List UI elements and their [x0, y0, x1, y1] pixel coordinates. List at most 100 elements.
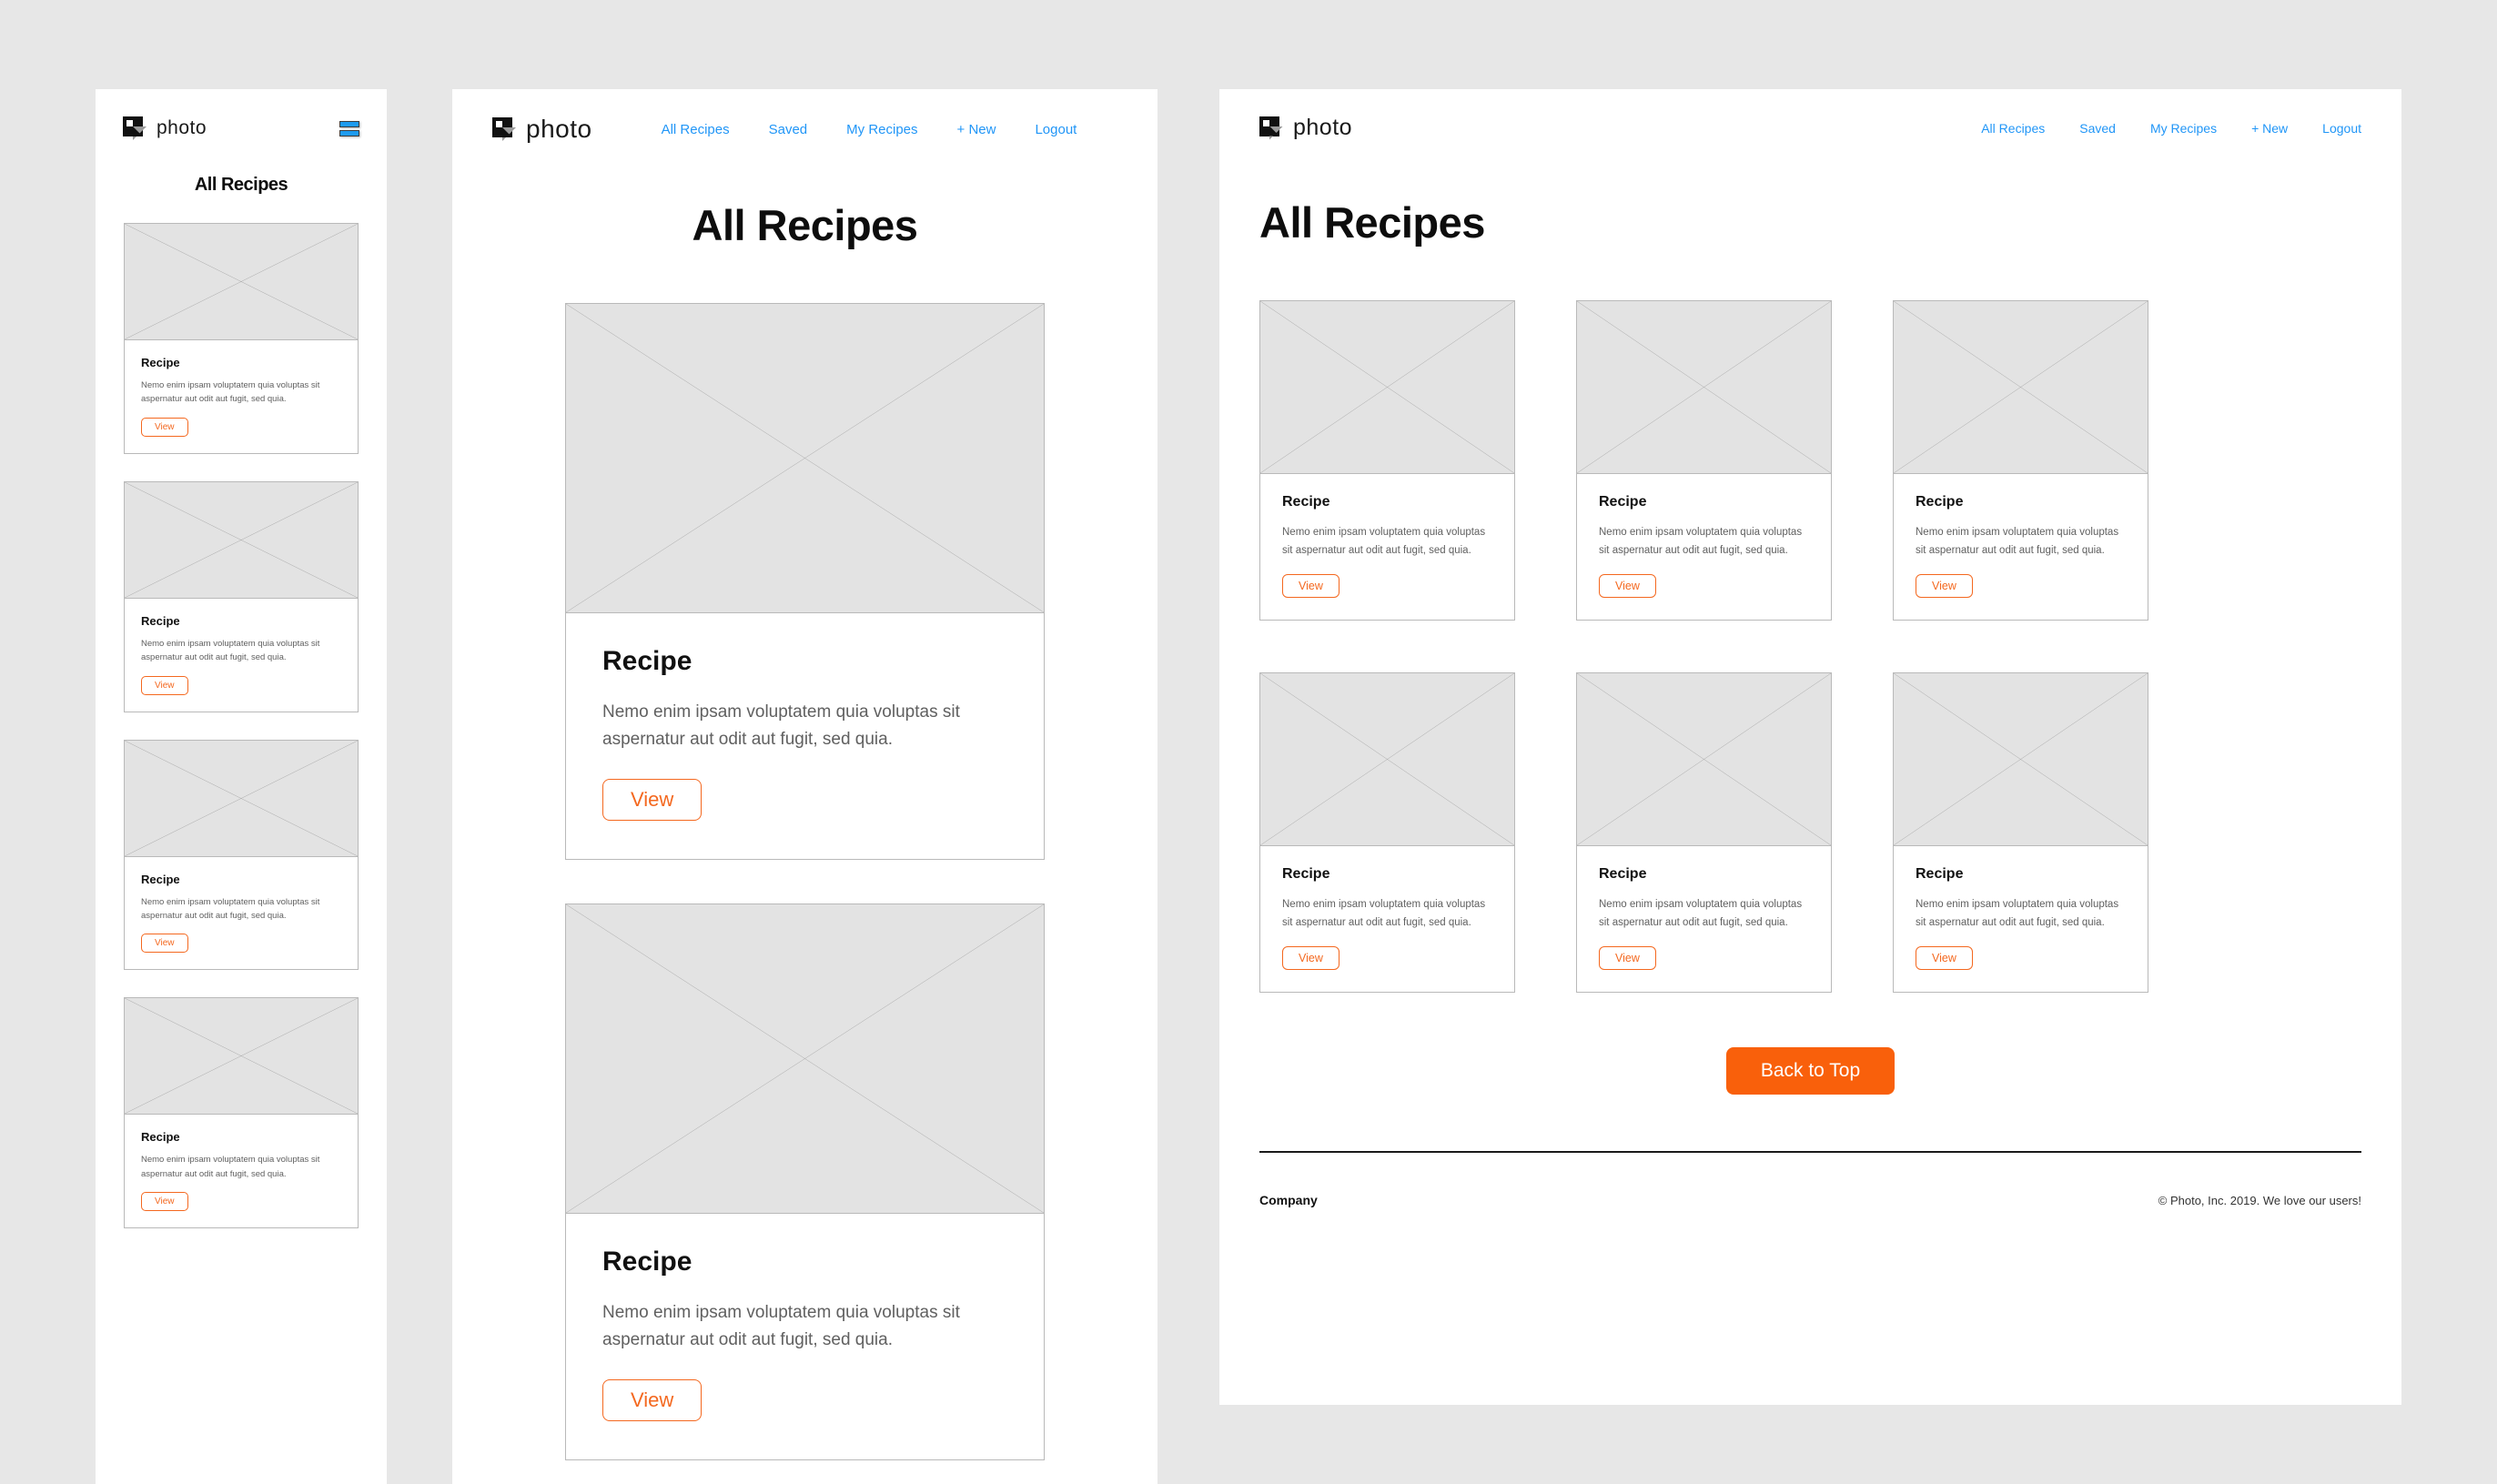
recipe-card-text: Nemo enim ipsam voluptatem quia voluptas… [141, 896, 320, 921]
brand-logo-desktop[interactable]: photo [1259, 115, 1352, 141]
back-to-top-container: Back to Top [1219, 1047, 2401, 1095]
image-placeholder-icon [1894, 673, 2148, 846]
nav-item-logout[interactable]: Logout [1035, 122, 1077, 137]
recipe-card-title: Recipe [1916, 866, 1964, 882]
nav-item-new[interactable]: + New [957, 122, 996, 137]
view-button[interactable]: View [1599, 946, 1656, 970]
nav-item-all-recipes[interactable]: All Recipes [662, 122, 730, 137]
recipe-card-text: Nemo enim ipsam voluptatem quia voluptas… [1282, 527, 1486, 556]
nav-item-new[interactable]: + New [2251, 121, 2288, 136]
recipe-card[interactable]: Recipe Nemo enim ipsam voluptatem quia v… [1893, 300, 2148, 621]
recipe-card[interactable]: Recipe Nemo enim ipsam voluptatem quia v… [1259, 672, 1515, 993]
nav-item-saved[interactable]: Saved [2079, 121, 2116, 136]
page-title: All Recipes [194, 175, 288, 195]
recipe-card[interactable]: Recipe Nemo enim ipsam voluptatem quia v… [124, 223, 359, 454]
recipe-card-text: Nemo enim ipsam voluptatem quia voluptas… [141, 380, 320, 405]
image-placeholder-icon [1260, 673, 1514, 846]
recipe-card-text: Nemo enim ipsam voluptatem quia voluptas… [602, 702, 960, 750]
hamburger-menu-icon[interactable] [339, 120, 359, 136]
recipe-card-body: Recipe Nemo enim ipsam voluptatem quia v… [125, 340, 358, 453]
recipe-card[interactable]: Recipe Nemo enim ipsam voluptatem quia v… [1259, 300, 1515, 621]
image-placeholder-icon [1260, 301, 1514, 474]
view-button[interactable]: View [1282, 946, 1339, 970]
recipe-card-title: Recipe [602, 646, 692, 676]
recipe-card[interactable]: Recipe Nemo enim ipsam voluptatem quia v… [565, 904, 1045, 1461]
image-placeholder-icon [1577, 301, 1831, 474]
brand-logo-mobile[interactable]: photo [123, 116, 207, 140]
footer-row: Company © Photo, Inc. 2019. We love our … [1259, 1153, 2361, 1207]
brand-name: photo [526, 115, 592, 143]
recipe-card-title: Recipe [1282, 866, 1330, 882]
recipe-card[interactable]: Recipe Nemo enim ipsam voluptatem quia v… [1576, 300, 1832, 621]
brand-name: photo [157, 117, 207, 138]
view-button[interactable]: View [141, 417, 188, 437]
recipe-card-body: Recipe Nemo enim ipsam voluptatem quia v… [566, 1214, 1044, 1460]
page-title: All Recipes [1259, 198, 1485, 247]
view-button[interactable]: View [141, 1192, 188, 1211]
nav-item-logout[interactable]: Logout [2322, 121, 2361, 136]
nav-item-saved[interactable]: Saved [769, 122, 808, 137]
nav-item-all-recipes[interactable]: All Recipes [1981, 121, 2045, 136]
recipe-card-text: Nemo enim ipsam voluptatem quia voluptas… [1916, 899, 2119, 928]
recipe-card-title: Recipe [602, 1247, 692, 1277]
main-nav-tablet: All Recipes Saved My Recipes + New Logou… [662, 122, 1077, 137]
recipe-card-body: Recipe Nemo enim ipsam voluptatem quia v… [1260, 474, 1514, 620]
view-button[interactable]: View [602, 779, 703, 822]
view-button[interactable]: View [141, 934, 188, 954]
recipe-card-body: Recipe Nemo enim ipsam voluptatem quia v… [1577, 846, 1831, 992]
back-to-top-button[interactable]: Back to Top [1725, 1047, 1895, 1095]
view-button[interactable]: View [1282, 574, 1339, 598]
recipe-card-list-mobile: Recipe Nemo enim ipsam voluptatem quia v… [96, 223, 387, 1228]
recipe-card-body: Recipe Nemo enim ipsam voluptatem quia v… [1894, 474, 2148, 620]
tablet-viewport-panel: photo All Recipes Saved My Recipes + New… [452, 89, 1158, 1484]
recipe-card-list-tablet: Recipe Nemo enim ipsam voluptatem quia v… [452, 303, 1158, 1461]
desktop-viewport-panel: photo All Recipes Saved My Recipes + New… [1219, 89, 2401, 1405]
image-placeholder-icon [125, 998, 358, 1116]
view-button[interactable]: View [602, 1379, 703, 1422]
footer-copyright: © Photo, Inc. 2019. We love our users! [2158, 1193, 2361, 1207]
mobile-viewport-panel: photo All Recipes Recipe Nemo enim ipsam… [96, 89, 387, 1484]
brand-name: photo [1293, 115, 1353, 140]
recipe-card-title: Recipe [1599, 494, 1647, 510]
image-placeholder-icon [1894, 301, 2148, 474]
recipe-card-text: Nemo enim ipsam voluptatem quia voluptas… [1599, 899, 1803, 928]
recipe-card-text: Nemo enim ipsam voluptatem quia voluptas… [602, 1303, 960, 1350]
recipe-card-text: Nemo enim ipsam voluptatem quia voluptas… [1282, 899, 1486, 928]
recipe-card[interactable]: Recipe Nemo enim ipsam voluptatem quia v… [1576, 672, 1832, 993]
photo-logo-icon [123, 116, 147, 140]
recipe-card-body: Recipe Nemo enim ipsam voluptatem quia v… [1577, 474, 1831, 620]
photo-logo-icon [1259, 116, 1283, 140]
recipe-card-body: Recipe Nemo enim ipsam voluptatem quia v… [1894, 846, 2148, 992]
recipe-card-body: Recipe Nemo enim ipsam voluptatem quia v… [125, 598, 358, 712]
page-title: All Recipes [692, 201, 918, 249]
recipe-card-body: Recipe Nemo enim ipsam voluptatem quia v… [566, 613, 1044, 860]
view-button[interactable]: View [1599, 574, 1656, 598]
tablet-header: photo All Recipes Saved My Recipes + New… [452, 89, 1158, 144]
view-button[interactable]: View [1916, 946, 1973, 970]
recipe-card[interactable]: Recipe Nemo enim ipsam voluptatem quia v… [1893, 672, 2148, 993]
image-placeholder-icon [566, 304, 1044, 613]
recipe-card[interactable]: Recipe Nemo enim ipsam voluptatem quia v… [124, 739, 359, 971]
recipe-card-text: Nemo enim ipsam voluptatem quia voluptas… [141, 1155, 320, 1179]
footer-company-label: Company [1259, 1193, 1318, 1207]
image-placeholder-icon [1577, 673, 1831, 846]
recipe-card-body: Recipe Nemo enim ipsam voluptatem quia v… [1260, 846, 1514, 992]
view-button[interactable]: View [141, 675, 188, 695]
recipe-card-text: Nemo enim ipsam voluptatem quia voluptas… [1599, 527, 1803, 556]
recipe-card-body: Recipe Nemo enim ipsam voluptatem quia v… [125, 1115, 358, 1227]
recipe-card-grid-desktop: Recipe Nemo enim ipsam voluptatem quia v… [1259, 300, 2401, 993]
mobile-header: photo [96, 89, 387, 140]
nav-item-my-recipes[interactable]: My Recipes [2150, 121, 2217, 136]
view-button[interactable]: View [1916, 574, 1973, 598]
footer: Company © Photo, Inc. 2019. We love our … [1259, 1151, 2361, 1207]
nav-item-my-recipes[interactable]: My Recipes [846, 122, 917, 137]
image-placeholder-icon [125, 481, 358, 599]
recipe-card-title: Recipe [1916, 494, 1964, 510]
brand-logo-tablet[interactable]: photo [492, 115, 592, 144]
image-placeholder-icon [125, 740, 358, 857]
recipe-card[interactable]: Recipe Nemo enim ipsam voluptatem quia v… [124, 997, 359, 1228]
recipe-card-text: Nemo enim ipsam voluptatem quia voluptas… [141, 638, 320, 663]
recipe-card[interactable]: Recipe Nemo enim ipsam voluptatem quia v… [565, 303, 1045, 861]
recipe-card[interactable]: Recipe Nemo enim ipsam voluptatem quia v… [124, 480, 359, 712]
recipe-card-title: Recipe [141, 356, 180, 369]
